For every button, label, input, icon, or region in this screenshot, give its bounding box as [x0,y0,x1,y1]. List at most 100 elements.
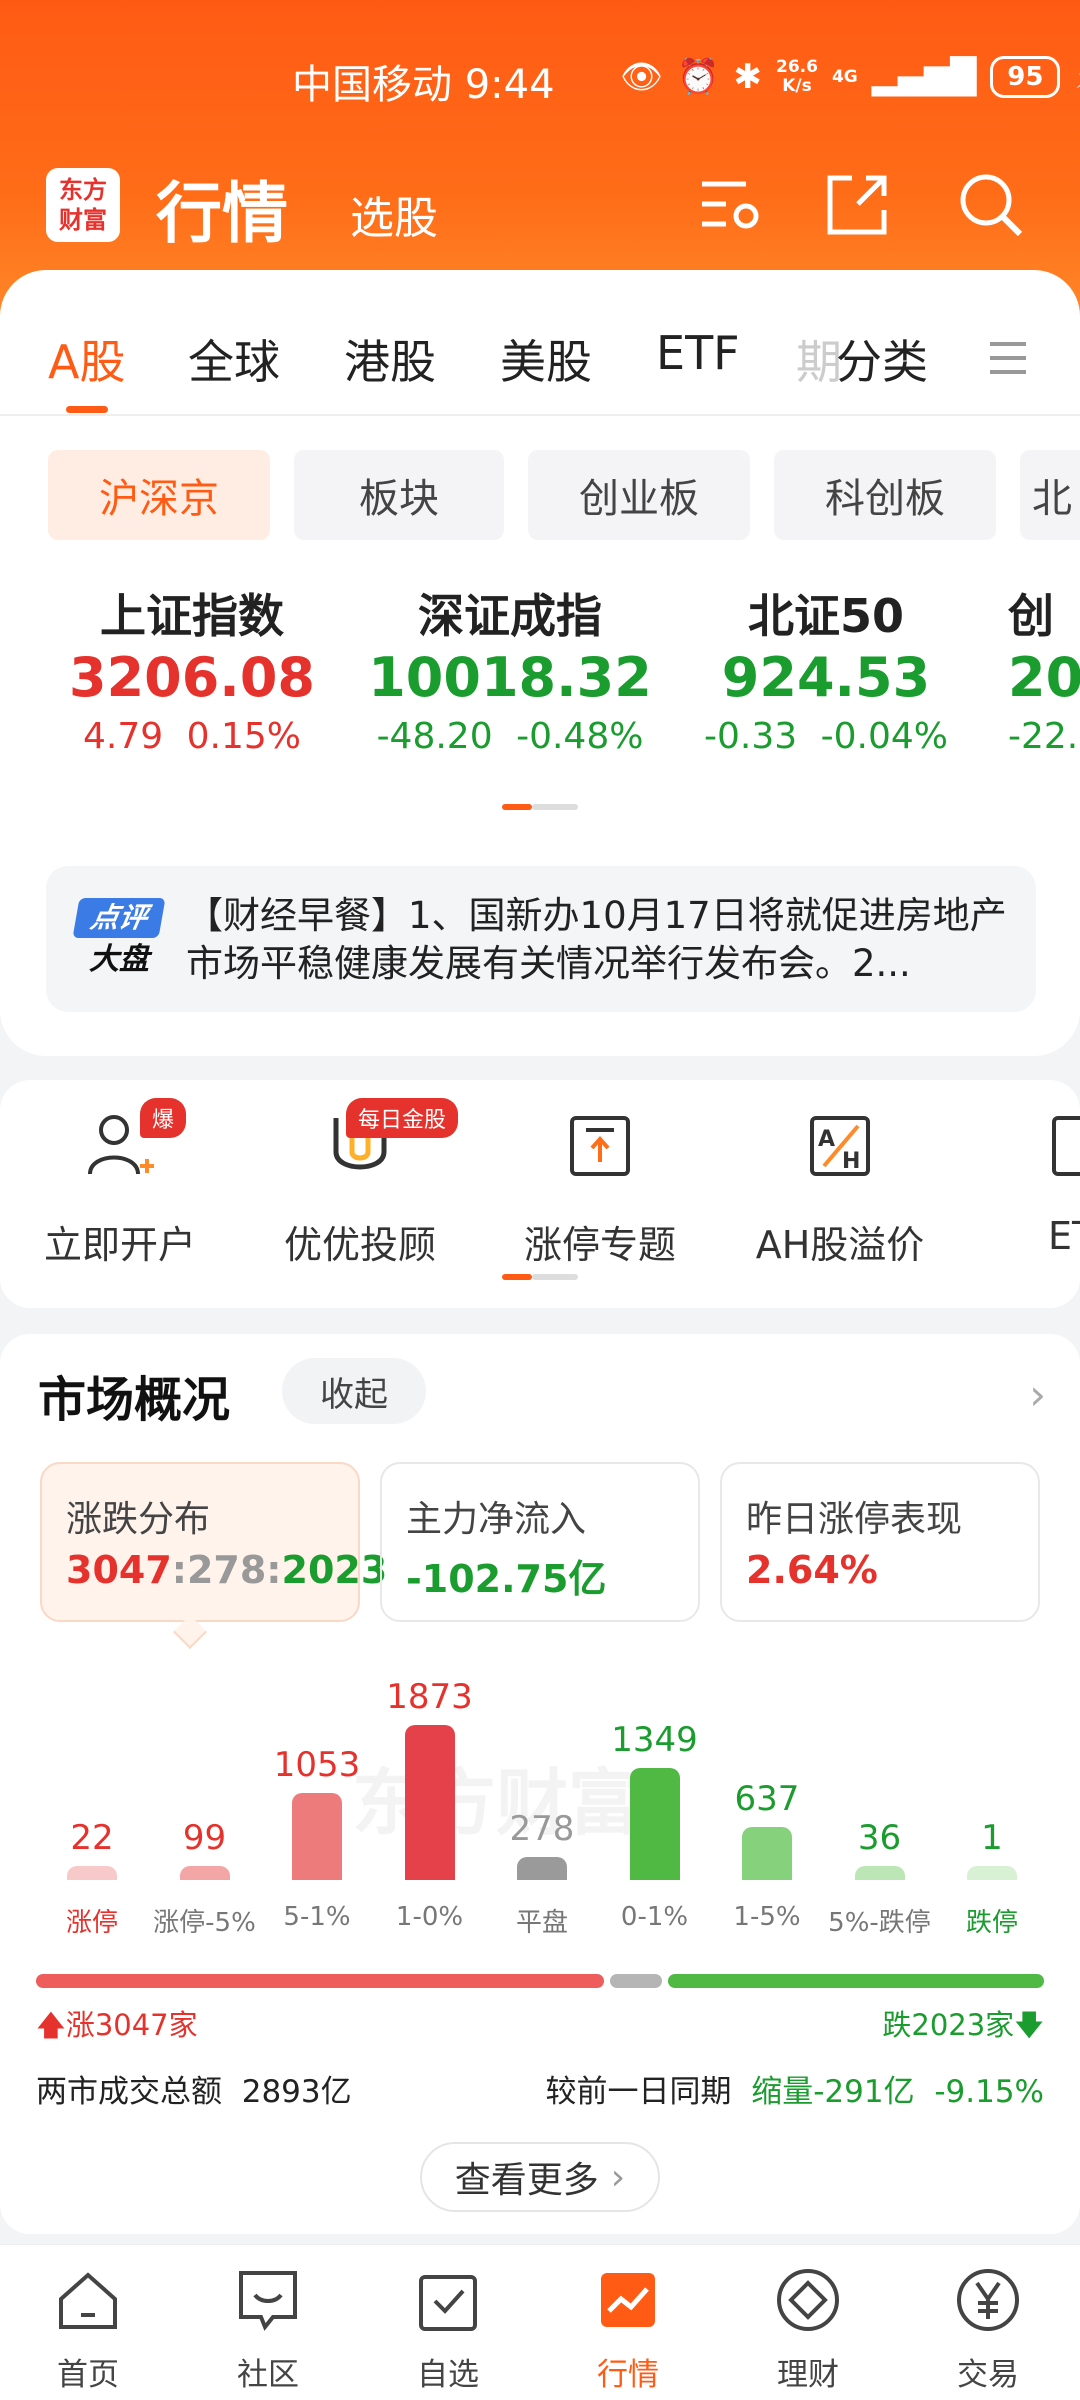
distribution-values: 3047:278:2023 [66,1548,388,1592]
chart-category-label: 涨停-5% [153,1908,256,1938]
stock-picker-tab[interactable]: 选股 [350,182,438,246]
hot-badge: 爆 [140,1098,187,1138]
index-card-chinext[interactable]: 创 20 -22. [1008,580,1080,757]
index-change: -48.20 -0.48% [376,716,644,757]
index-change: 4.79 0.15% [83,716,301,757]
share-icon[interactable] [822,170,892,240]
chart-bar [292,1792,342,1880]
search-icon[interactable] [956,170,1026,240]
limit-up-icon [570,1116,630,1176]
index-name: 北证50 [747,589,904,643]
flat-ratio-bar [610,1974,662,1988]
page-title[interactable]: 行情 [156,160,288,256]
chart-bar [67,1866,117,1880]
status-icons: 👁 ⏰ ✱ 26.6 K/s 4G ▂▄▆█ 95 ⚡ [620,56,1080,98]
stat-net-inflow[interactable]: 主力净流入 -102.75亿 [380,1462,700,1622]
index-card-bse50[interactable]: 北证50 924.53 -0.33 -0.04% [666,580,986,757]
chart-bar [967,1866,1017,1880]
nav-home[interactable]: 首页 [18,2265,158,2394]
chart-category-label: 涨停 [65,1908,118,1938]
collapse-button[interactable]: 收起 [282,1358,426,1424]
pill-hushenjing[interactable]: 沪深京 [48,450,270,540]
shortcut-pager [502,1274,578,1280]
chart-bar [742,1827,792,1880]
turnover: 两市成交总额 2893亿 [36,2074,352,2110]
chart-value-label: 36 [857,1818,902,1858]
pill-sector[interactable]: 板块 [294,450,504,540]
arrow-down-icon: 🡇 [1014,2008,1044,2042]
section-title: 市场概况 [38,1372,231,1428]
tab-a-shares[interactable]: A股 [48,326,125,392]
pill-bse[interactable]: 北 [1020,450,1080,540]
chart-category-label: 5-1% [283,1902,351,1932]
nav-trade[interactable]: 交易 [918,2265,1058,2394]
nav-market[interactable]: 行情 [558,2265,698,2394]
svg-text:H: H [842,1149,860,1174]
tab-category[interactable]: 分类 [836,326,928,392]
chart-bar [854,1866,905,1880]
tab-hk[interactable]: 港股 [344,326,436,392]
shortcut-etf[interactable]: ET [1000,1108,1080,1258]
chart-category-label: 1-5% [733,1902,801,1932]
yuan-icon [957,2269,1019,2331]
chart-value-label: 278 [509,1808,575,1849]
stat-limit-up-perf[interactable]: 昨日涨停表现 2.64% [720,1462,1040,1622]
shortcut-open-account[interactable]: 立即开户 [0,1108,240,1269]
index-name: 创 [1008,589,1054,643]
charging-icon: ⚡ [1074,57,1080,97]
bottom-nav: 首页 社区 自选 行情 理财 交易 [0,2244,1080,2400]
index-change: -22. [1008,716,1079,757]
chart-bar [629,1768,680,1880]
chart-category-label: 5%-跌停 [828,1908,931,1938]
chart-value-label: 637 [734,1779,800,1820]
turnover-compare: 较前一日同期 缩量-291亿 -9.15% [545,2074,1044,2110]
network-speed: 26.6 K/s [776,57,818,96]
arrow-up-icon: 🡅 [36,2008,66,2042]
alarm-icon: ⏰ [677,57,720,97]
nav-wealth[interactable]: 理财 [738,2265,878,2394]
market-tabs: A股 全球 港股 美股 ETF 期 分类 [0,326,1080,416]
index-name: 上证指数 [100,589,284,643]
nav-watchlist[interactable]: 自选 [378,2265,518,2394]
down-count: 跌2023家🡇 [882,2008,1044,2042]
bluetooth-icon: ✱ [733,57,763,97]
chart-icon [601,2273,655,2327]
checklist-icon [419,2275,477,2331]
shortcut-limit-up[interactable]: 涨停专题 [480,1108,720,1269]
ah-icon: A H [810,1116,870,1176]
settings-list-icon[interactable] [696,170,766,240]
chart-bar [404,1725,455,1880]
menu-icon[interactable] [986,336,1030,380]
chart-bar [517,1856,567,1880]
chart-category-label: 1-0% [395,1902,464,1932]
pill-star[interactable]: 科创板 [774,450,996,540]
index-card-szse[interactable]: 深证成指 10018.32 -48.20 -0.48% [350,580,670,757]
tab-etf[interactable]: ETF [656,326,740,380]
home-icon [59,2272,117,2329]
diamond-icon [777,2269,839,2331]
chart-value-label: 1349 [611,1720,698,1761]
chart-category-label: 平盘 [515,1908,568,1938]
chart-value-label: 99 [182,1818,227,1858]
pill-chinext[interactable]: 创业板 [528,450,750,540]
news-text: 【财经早餐】1、国新办10月17日将就促进房地产市场平稳健康发展有关情况举行发布… [186,894,1007,985]
tabs-divider [0,414,1080,416]
stat-distribution[interactable]: 涨跌分布 3047:278:2023 [40,1462,387,1622]
news-banner[interactable]: 点评 大盘 【财经早餐】1、国新办10月17日将就促进房地产市场平稳健康发展有关… [46,866,1036,1012]
index-pager [502,804,578,810]
index-name: 深证成指 [418,589,602,643]
nav-community[interactable]: 社区 [198,2265,338,2394]
carrier-time: 中国移动 9:44 [292,62,555,108]
app-logo: 东方 财富 [46,168,120,242]
index-value: 924.53 [721,646,931,709]
view-more-button[interactable]: 查看更多 › [420,2142,660,2212]
index-value: 3206.08 [69,646,315,709]
tab-global[interactable]: 全球 [188,326,280,392]
chevron-right-icon[interactable]: › [1029,1370,1046,1419]
chart-value-label: 1873 [386,1677,473,1717]
tab-us[interactable]: 美股 [500,326,592,392]
daily-pick-badge: 每日金股 [346,1098,459,1138]
shortcut-ah-premium[interactable]: A H AH股溢价 [720,1108,960,1269]
index-card-sse[interactable]: 上证指数 3206.08 4.79 0.15% [32,580,352,757]
signal-icon: ▂▄▆█ [871,57,977,97]
